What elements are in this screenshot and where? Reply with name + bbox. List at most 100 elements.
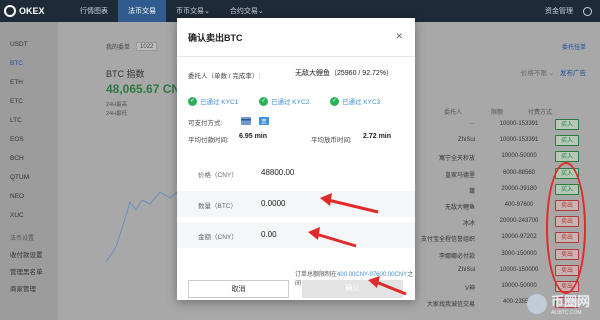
btc-24h-high: 24H最高 (106, 102, 128, 108)
chevron-down-icon: ⌄ (548, 70, 555, 77)
kyc3-badge: ✓ 已通过 KYC3 (330, 96, 380, 106)
my-orders-count[interactable]: 1022 (136, 42, 158, 51)
watermark-text: 币圈网 (550, 294, 590, 309)
nav-funds[interactable]: 资金管理 (545, 6, 573, 16)
sidebar-blacklist[interactable]: 管理黑名单 (0, 264, 58, 281)
price-row: 价格（CNY） 48800.00 (177, 160, 415, 186)
sidebar-item-eos[interactable]: EOS (0, 130, 58, 149)
check-icon: ✓ (259, 96, 268, 106)
my-orders-filter: 我的委单 1022 (106, 42, 158, 51)
svg-text:支: 支 (261, 118, 267, 126)
logo-text: OKEX (19, 6, 45, 16)
kyc2-label: 已通过 KYC2 (271, 99, 310, 106)
order-row-client: V神 (464, 286, 475, 292)
buy-button[interactable]: 买入 (555, 151, 579, 163)
sidebar-section-title: 法币设置 (10, 236, 35, 242)
total-input[interactable]: 0.00 (261, 230, 277, 239)
watermark: 币圈网 ALIBTC.COM (526, 291, 590, 316)
chevron-down-icon: ⌄ (204, 8, 210, 15)
sidebar-item-bch[interactable]: BCH (0, 149, 58, 168)
dialog-divider (177, 56, 415, 57)
order-row-client: 皇家马德里 (444, 172, 475, 179)
sidebar-merchant[interactable]: 商家管理 (0, 281, 58, 298)
sidebar: USDT BTC ETH ETC LTC EOS BCH QTUM NEO XU… (0, 22, 58, 320)
sidebar-item-btc[interactable]: BTC (0, 54, 58, 73)
annotation-arrow-amount (320, 193, 379, 214)
sidebar-item-etc[interactable]: ETC (0, 92, 58, 111)
kyc1-label: 已通过 KYC1 (200, 99, 239, 106)
kyc2-badge: ✓ 已通过 KYC2 (259, 96, 309, 106)
publish-order-button[interactable]: 委托挂单 (562, 42, 586, 51)
nav-coin-trade-label: 币币交易 (176, 8, 204, 15)
chevron-down-icon: ⌄ (257, 8, 264, 15)
watermark-logo-icon (526, 293, 547, 314)
sidebar-item-qtum[interactable]: QTUM (0, 168, 58, 187)
annotation-oval (546, 162, 586, 294)
col-header-client: 委托人 (444, 110, 463, 116)
sidebar-item-ltc[interactable]: LTC (0, 111, 58, 130)
watermark-sub: ALIBTC.COM (550, 310, 582, 316)
price-filter[interactable]: 价格不限 ⌄ 发布广告 (521, 67, 586, 77)
check-icon: ✓ (188, 96, 197, 106)
price-value: 48800.00 (261, 168, 295, 177)
check-icon: ✓ (330, 96, 339, 106)
cancel-button[interactable]: 取消 (188, 280, 289, 298)
order-row-limit: 20000-243700 (499, 218, 539, 225)
order-row-limit: 10000-50000 (501, 283, 537, 289)
my-orders-label: 我的委单 (106, 45, 131, 51)
price-label: 价格（CNY） (198, 172, 238, 179)
order-row: ··· 10000-153391 买入 (405, 117, 600, 133)
col-header-payment: 付费方式 (528, 110, 553, 116)
order-row-limit: 400-97600 (504, 202, 534, 208)
order-row-limit: 10000-153391 (499, 137, 539, 144)
amount-label: 数量（BTC） (198, 203, 237, 210)
sidebar-item-xuc[interactable]: XUC (0, 206, 58, 225)
nav-fiat-trade[interactable]: 法币交易 (118, 0, 166, 22)
order-row-limit: 6000-88560 (502, 169, 536, 176)
sidebar-item-neo[interactable]: NEO (0, 187, 58, 206)
order-row-limit: 10000-150000 (499, 266, 539, 273)
sidebar-payment-settings[interactable]: 收付款设置 (0, 247, 58, 264)
total-row[interactable]: 金额（CNY） 0.00 (177, 222, 415, 248)
alipay-icon: 支 (259, 117, 269, 125)
order-row-client: ZhiSui (457, 266, 475, 273)
avg-pay-label: 平均付款时间: (188, 137, 229, 144)
confirm-sell-dialog: 确认卖出BTC ✕ 委托人（单数 / 完成率）: 无敌大鲤鱼（25960 / 9… (177, 18, 415, 300)
avg-release-value: 2.72 min (363, 133, 392, 140)
sidebar-item-eth[interactable]: ETH (0, 73, 58, 92)
buy-button[interactable]: 买入 (555, 119, 579, 130)
annotation-arrow-total (308, 227, 357, 248)
nav-futures-trade-label: 合约交易 (229, 8, 258, 15)
bank-card-icon (241, 117, 251, 125)
price-filter-label: 价格不限 (520, 70, 547, 77)
logo-icon (4, 5, 16, 17)
order-row-client: ··· (469, 121, 475, 127)
avg-release-label: 平均放币时间: (311, 137, 352, 144)
total-label: 金额（CNY） (198, 234, 238, 241)
order-row-client: 寓宁全天秒放 (438, 156, 475, 163)
col-header-limit: 限额 (491, 110, 504, 116)
publish-ad-link[interactable]: 发布广告 (560, 70, 586, 77)
order-row: ZhiSui 10000-153391 买入 (405, 133, 600, 149)
kyc3-label: 已通过 KYC3 (342, 99, 381, 106)
payment-methods-label: 可支付方式: (188, 120, 223, 127)
okex-logo[interactable]: OKEX (0, 5, 70, 17)
order-row-client: 大家找我诚信交易 (426, 302, 475, 309)
close-icon[interactable]: ✕ (395, 31, 403, 42)
amount-input[interactable]: 0.0000 (261, 199, 285, 208)
order-row-client: 冰冰 (462, 221, 475, 228)
btc-index-price: 48,065.67 CNY (106, 82, 189, 96)
order-row-limit: 3000-150000 (501, 250, 537, 257)
btc-index-title: BTC 指数 (106, 69, 145, 79)
client-value: 无敌大鲤鱼（25960 / 92.72%） (295, 70, 394, 77)
dialog-title: 确认卖出BTC (188, 33, 243, 43)
order-row-client: ZhiSui (457, 137, 475, 144)
globe-icon[interactable] (583, 6, 592, 16)
client-label: 委托人（单数 / 完成率）: (188, 73, 261, 80)
order-row-client: 莆 (468, 188, 475, 195)
order-row-client: 支付宝全程信誉组织 (420, 237, 475, 244)
sidebar-item-usdt[interactable]: USDT (0, 35, 58, 54)
order-row-limit: 10000-153391 (499, 121, 539, 127)
nav-market-chart[interactable]: 行情图表 (70, 0, 118, 22)
buy-button[interactable]: 买入 (555, 135, 579, 147)
